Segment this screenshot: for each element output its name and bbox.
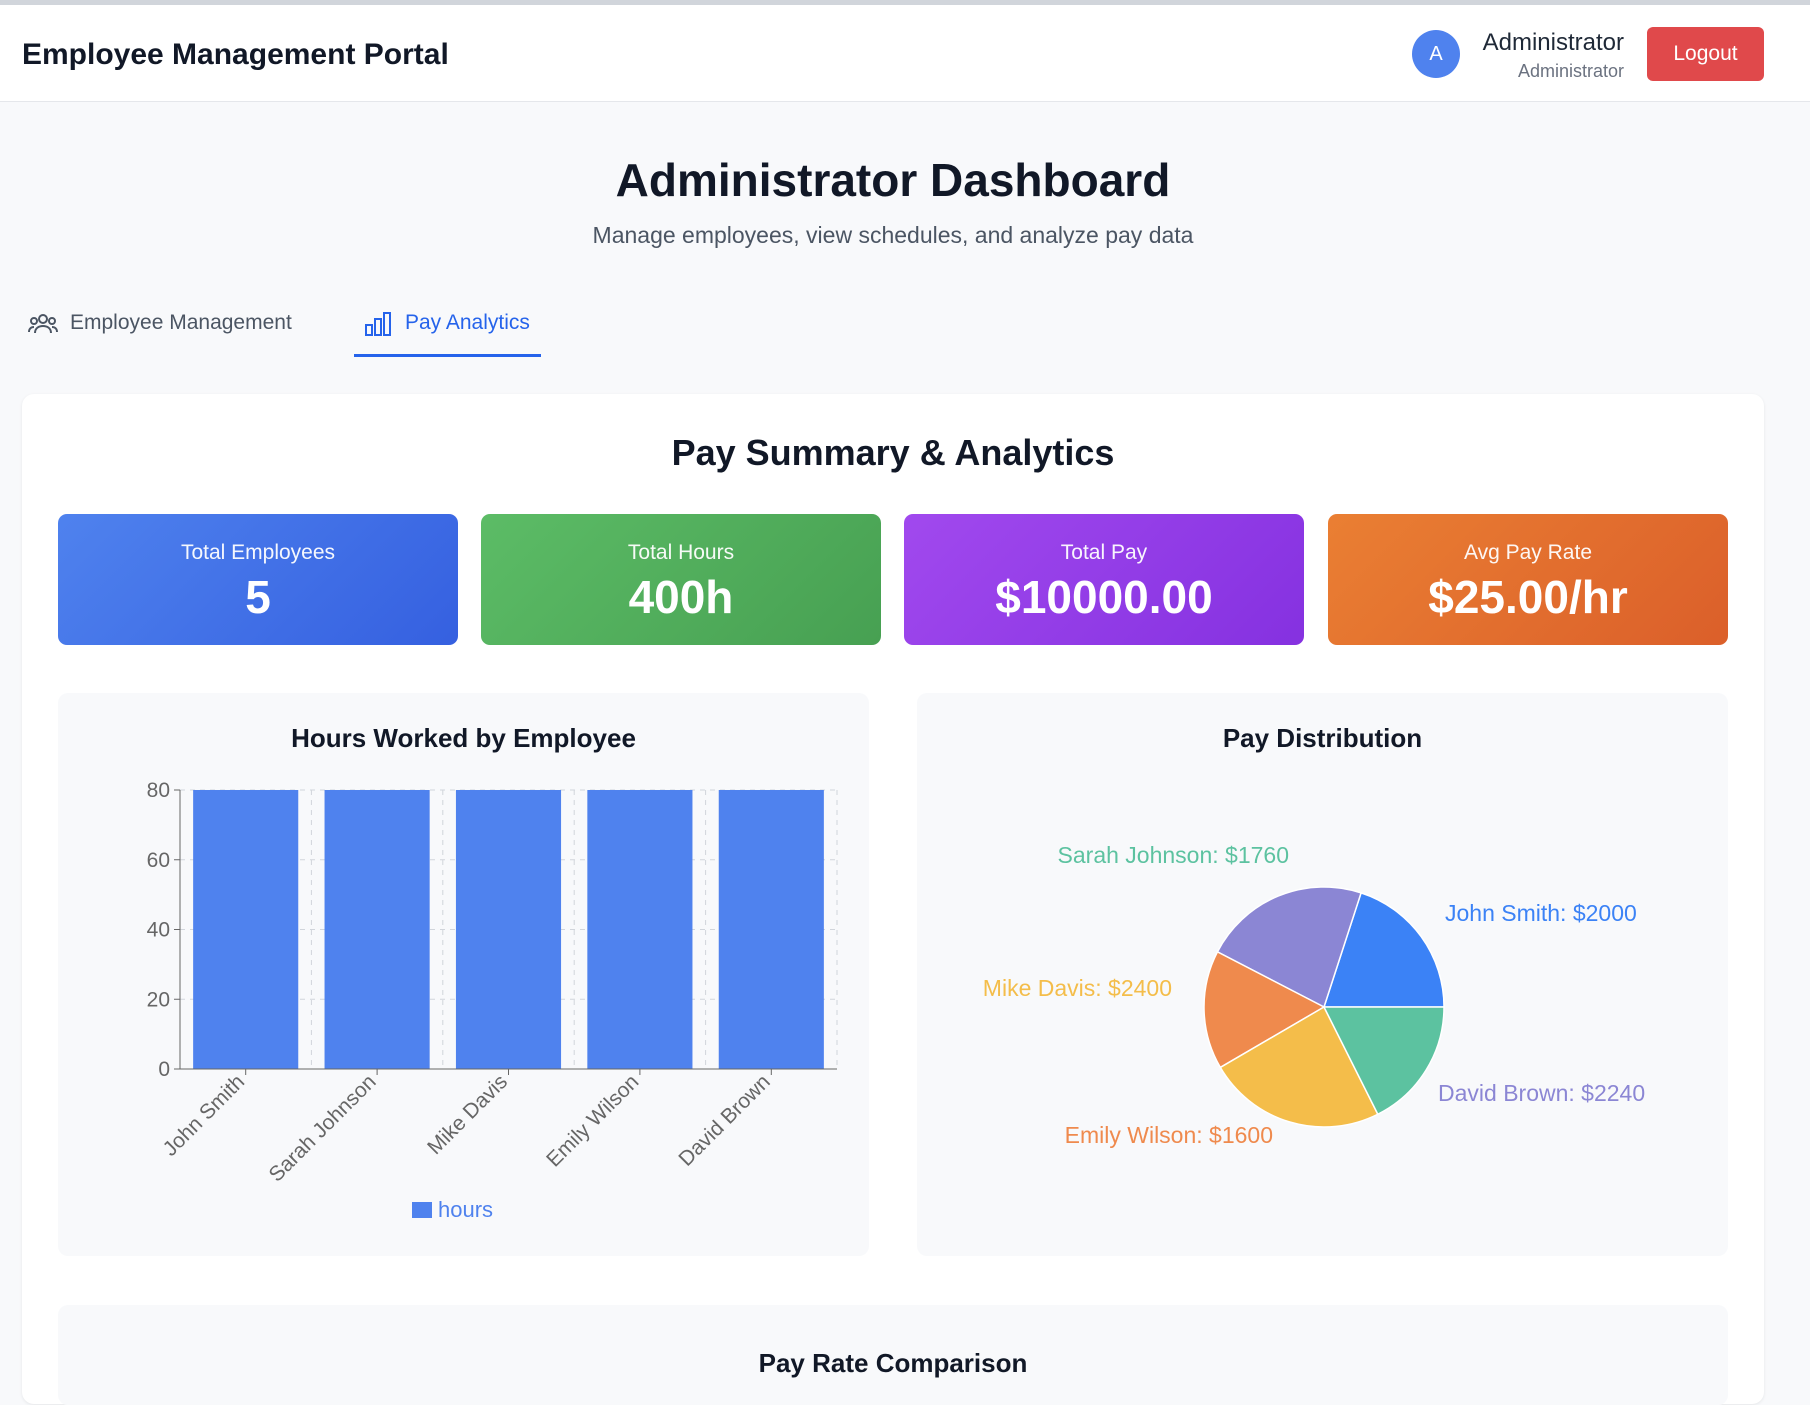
y-tick-label: 40	[147, 919, 170, 942]
bar	[718, 790, 824, 1069]
tab-label: Employee Management	[70, 311, 292, 334]
stat-label: Total Hours	[627, 541, 735, 564]
stat-avg-pay-rate: Avg Pay Rate $25.00/hr	[1328, 514, 1728, 645]
pay-pie-chart: John Smith: $2000 David Brown: $2240 Emily…	[983, 842, 1645, 1148]
stat-total-employees: Total Employees 5	[58, 514, 458, 645]
y-tick-label: 80	[147, 779, 170, 802]
y-tick-label: 0	[158, 1058, 170, 1081]
stat-value: 400h	[628, 571, 734, 623]
stat-value: 5	[245, 571, 271, 623]
chart-title: Pay Distribution	[1222, 723, 1423, 753]
pay-distribution-panel: John Smith: $2000 David Brown: $2240 Emily…	[917, 693, 1728, 1256]
tab-employee-management[interactable]: Employee Management	[28, 311, 292, 357]
bar	[455, 790, 562, 1069]
user-role: Administrator	[1517, 61, 1624, 81]
x-tick-label: John Smith	[159, 1070, 250, 1161]
hours-bar-chart: 0 20 40 60 80 John Smith Sarah Johnson Mike Dav…	[147, 779, 838, 1222]
bar	[193, 790, 299, 1069]
y-tick-label: 60	[147, 849, 170, 872]
pie-slice-label: David Brown: $2240	[1438, 1080, 1645, 1106]
page-subtitle: Manage employees, view schedules, and an…	[592, 222, 1194, 248]
stat-label: Total Employees	[180, 541, 336, 564]
stat-label: Avg Pay Rate	[1463, 541, 1593, 564]
brand-title: Employee Management Portal	[22, 38, 449, 71]
stat-total-pay: Total Pay $10000.00	[904, 514, 1304, 645]
pie-slice-label: John Smith: $2000	[1445, 900, 1637, 926]
bar	[587, 790, 693, 1069]
user-name: Administrator	[1482, 29, 1624, 56]
legend-label: hours	[438, 1197, 493, 1222]
stat-value: $25.00/hr	[1428, 571, 1628, 623]
users-icon	[28, 311, 58, 343]
y-tick-label: 20	[147, 988, 170, 1011]
tab-pay-analytics[interactable]: Pay Analytics	[354, 311, 541, 357]
legend-swatch	[412, 1202, 432, 1218]
x-tick-label: David Brown	[674, 1070, 774, 1170]
tab-label: Pay Analytics	[405, 311, 530, 334]
chart-title: Hours Worked by Employee	[291, 723, 636, 753]
hours-chart-panel: 0 20 40 60 80 John Smith Sarah Johnson Mike Dav…	[58, 693, 869, 1256]
pay-rate-comparison-panel: Pay Rate Comparison	[58, 1305, 1728, 1405]
bar-chart-icon	[363, 311, 393, 343]
bar	[324, 790, 430, 1069]
pay-summary-card: Pay Summary & Analytics Total Employees …	[22, 394, 1764, 1405]
stat-value: $10000.00	[995, 571, 1213, 623]
x-tick-label: Mike Davis	[423, 1070, 512, 1159]
x-tick-label: Emily Wilson	[542, 1070, 643, 1171]
stat-label: Total Pay	[1060, 541, 1148, 564]
x-tick-label: Sarah Johnson	[264, 1070, 380, 1186]
pie-slice-label: Mike Davis: $2400	[983, 975, 1172, 1001]
section-title: Pay Summary & Analytics	[671, 432, 1115, 473]
page-title: Administrator Dashboard	[615, 154, 1171, 206]
logout-button[interactable]: Logout	[1647, 27, 1764, 81]
chart-title: Pay Rate Comparison	[758, 1348, 1028, 1378]
avatar[interactable]: A	[1412, 30, 1460, 78]
pie-slice-label: Sarah Johnson: $1760	[1058, 842, 1289, 868]
pie-slice-label: Emily Wilson: $1600	[1065, 1122, 1273, 1148]
stat-total-hours: Total Hours 400h	[481, 514, 881, 645]
top-header: Employee Management Portal A Administrat…	[0, 5, 1810, 102]
